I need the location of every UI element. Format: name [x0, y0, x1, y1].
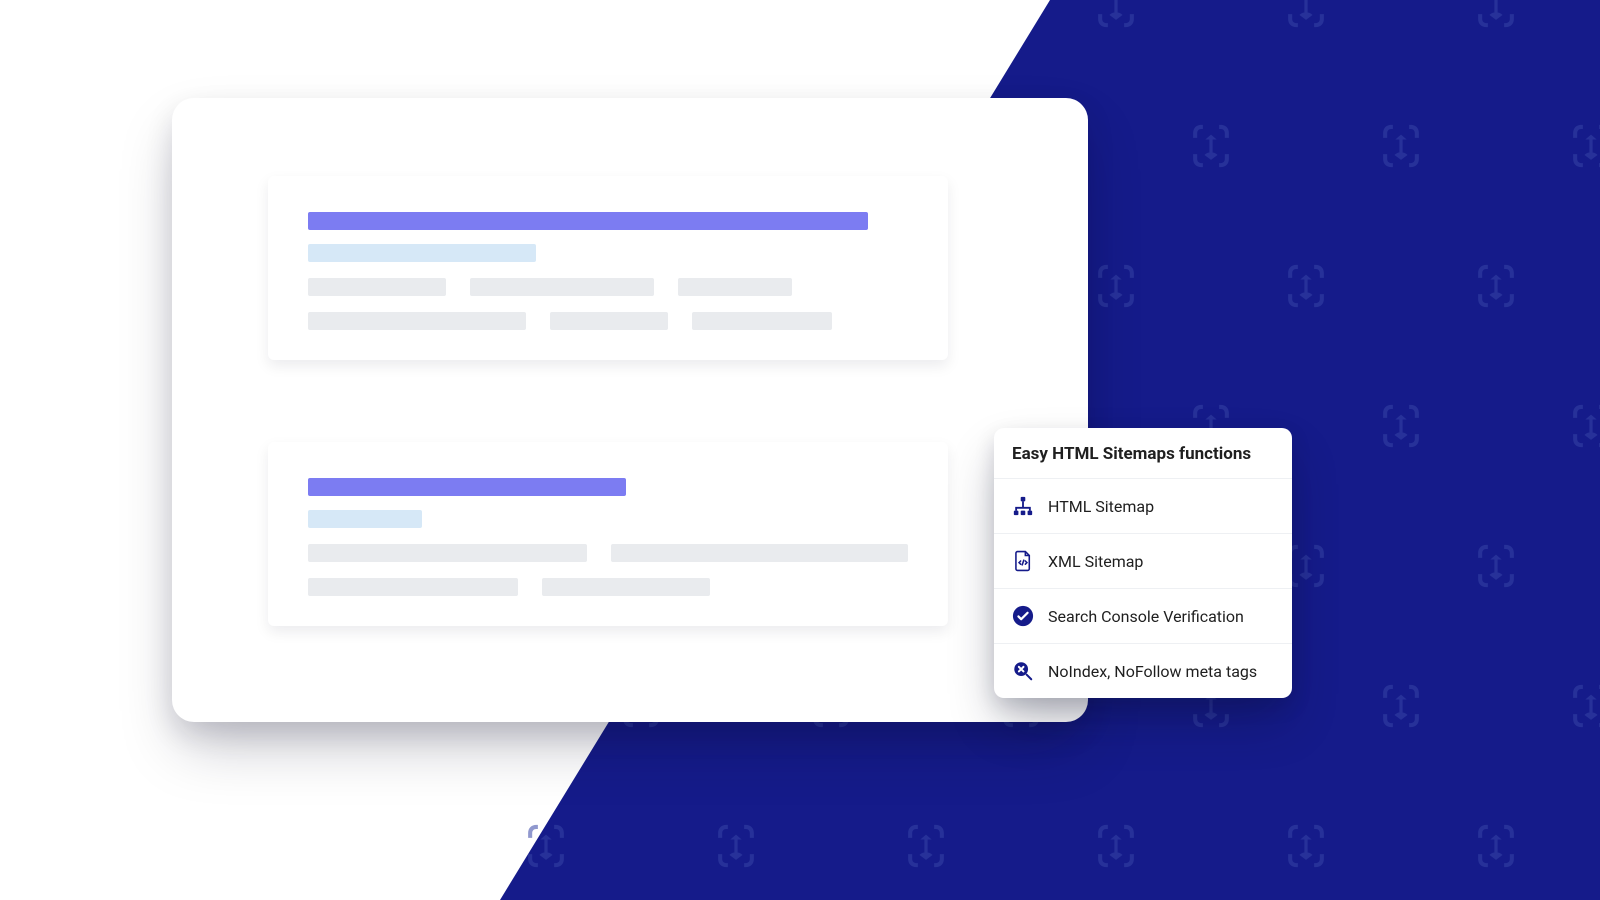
- search-x-icon: [1012, 660, 1034, 682]
- brand-anchor-icon: [1470, 820, 1522, 872]
- serp-snippet-placeholder: [550, 312, 668, 330]
- brand-anchor-icon: [1470, 260, 1522, 312]
- brand-anchor-icon: [900, 820, 952, 872]
- brand-anchor-icon: [1280, 0, 1332, 32]
- brand-anchor-icon: [1090, 820, 1142, 872]
- brand-anchor-icon: [1470, 540, 1522, 592]
- serp-snippet-placeholder: [308, 278, 446, 296]
- serp-snippet-placeholder: [542, 578, 710, 596]
- serp-snippet-placeholder: [470, 278, 654, 296]
- brand-anchor-icon: [1090, 0, 1142, 32]
- serp-snippet-placeholder: [678, 278, 792, 296]
- serp-url-placeholder: [308, 244, 536, 262]
- brand-anchor-icon: [1470, 0, 1522, 32]
- popover-item-label: XML Sitemap: [1048, 552, 1143, 571]
- popover-item-noindex[interactable]: NoIndex, NoFollow meta tags: [994, 643, 1292, 698]
- popover-item-label: HTML Sitemap: [1048, 497, 1154, 516]
- popover-item-label: NoIndex, NoFollow meta tags: [1048, 662, 1257, 681]
- brand-anchor-icon: [520, 820, 572, 872]
- serp-result-item: [268, 442, 948, 626]
- brand-anchor-icon: [1565, 400, 1600, 452]
- popover-item-label: Search Console Verification: [1048, 607, 1244, 626]
- popover-item-html-sitemap[interactable]: HTML Sitemap: [994, 478, 1292, 533]
- check-circle-icon: [1012, 605, 1034, 627]
- brand-anchor-icon: [1375, 680, 1427, 732]
- serp-snippet-placeholder: [308, 544, 587, 562]
- serp-snippet-placeholder: [308, 312, 526, 330]
- brand-anchor-icon: [1565, 120, 1600, 172]
- serp-snippet-placeholder: [692, 312, 832, 330]
- brand-anchor-icon: [710, 820, 762, 872]
- serp-title-placeholder: [308, 212, 868, 230]
- serp-preview-card: [172, 98, 1088, 722]
- brand-anchor-icon: [1280, 260, 1332, 312]
- popover-title: Easy HTML Sitemaps functions: [994, 444, 1292, 478]
- brand-anchor-icon: [1375, 400, 1427, 452]
- serp-snippet-placeholder: [308, 578, 518, 596]
- serp-title-placeholder: [308, 478, 626, 496]
- brand-anchor-icon: [1185, 120, 1237, 172]
- popover-item-search-console[interactable]: Search Console Verification: [994, 588, 1292, 643]
- serp-url-placeholder: [308, 510, 422, 528]
- brand-anchor-icon: [1375, 120, 1427, 172]
- brand-anchor-icon: [1565, 680, 1600, 732]
- serp-snippet-placeholder: [611, 544, 908, 562]
- sitemap-icon: [1012, 495, 1034, 517]
- brand-anchor-icon: [1090, 260, 1142, 312]
- serp-result-item: [268, 176, 948, 360]
- popover-item-xml-sitemap[interactable]: XML Sitemap: [994, 533, 1292, 588]
- brand-anchor-icon: [1280, 820, 1332, 872]
- file-code-icon: [1012, 550, 1034, 572]
- functions-popover: Easy HTML Sitemaps functions HTML Sitema…: [994, 428, 1292, 698]
